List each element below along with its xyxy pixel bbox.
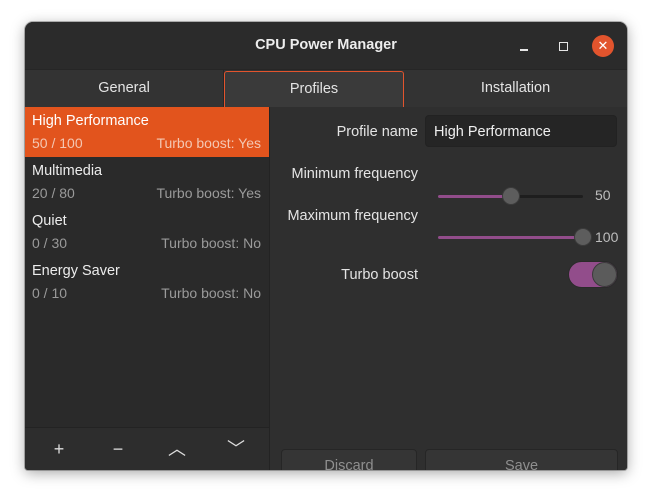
turbo-boost-switch-knob	[592, 262, 617, 287]
min-frequency-fill	[438, 195, 511, 198]
profile-name-input[interactable]: High Performance	[425, 115, 617, 147]
profile-turbo: Turbo boost: Yes	[156, 135, 261, 151]
profile-item-high-performance[interactable]: High Performance 50 / 100 Turbo boost: Y…	[25, 107, 269, 157]
turbo-boost-switch[interactable]	[568, 261, 618, 288]
max-frequency-fill	[438, 236, 583, 239]
minimize-icon[interactable]	[513, 35, 535, 57]
profile-range: 0 / 30	[32, 235, 68, 251]
tab-installation[interactable]: Installation	[404, 70, 627, 107]
profile-range: 20 / 80	[32, 185, 75, 201]
tab-profiles[interactable]: Profiles	[224, 71, 404, 107]
discard-button[interactable]: Discard	[281, 449, 417, 470]
profile-range: 0 / 10	[32, 285, 68, 301]
profile-item-multimedia[interactable]: Multimedia 20 / 80 Turbo boost: Yes	[25, 157, 269, 207]
profile-name: Energy Saver	[32, 263, 120, 279]
save-button[interactable]: Save	[425, 449, 618, 470]
add-profile-button[interactable]: +	[30, 428, 88, 470]
profile-name-label: Profile name	[336, 124, 418, 140]
window-title: CPU Power Manager	[255, 37, 397, 53]
profile-name: Multimedia	[32, 163, 103, 179]
profile-name: High Performance	[32, 113, 149, 129]
min-frequency-value: 50	[595, 187, 611, 203]
profile-item-energy-saver[interactable]: Energy Saver 0 / 10 Turbo boost: No	[25, 257, 269, 307]
profile-editor: Profile name High Performance Minimum fr…	[270, 107, 627, 470]
title-bar[interactable]: CPU Power Manager ✕	[25, 22, 627, 69]
max-frequency-label: Maximum frequency	[287, 208, 418, 224]
remove-profile-button[interactable]: −	[89, 428, 147, 470]
move-up-button[interactable]: ︿	[148, 428, 206, 470]
min-frequency-handle[interactable]	[501, 187, 520, 205]
profile-range: 50 / 100	[32, 135, 83, 151]
maximize-icon[interactable]	[552, 35, 574, 57]
tab-general[interactable]: General	[25, 70, 224, 107]
min-frequency-label: Minimum frequency	[291, 166, 418, 182]
app-window: CPU Power Manager ✕ General Profiles Ins…	[25, 22, 627, 470]
max-frequency-handle[interactable]	[574, 228, 592, 246]
tab-bar: General Profiles Installation	[25, 69, 627, 108]
profile-turbo: Turbo boost: No	[161, 235, 261, 251]
profile-turbo: Turbo boost: No	[161, 285, 261, 301]
move-down-button[interactable]: ﹀	[207, 428, 265, 470]
close-icon[interactable]: ✕	[592, 35, 614, 57]
max-frequency-slider[interactable]	[438, 228, 592, 246]
profile-list-toolbar: + − ︿ ﹀	[25, 427, 270, 470]
max-frequency-value: 100	[595, 229, 619, 245]
turbo-boost-label: Turbo boost	[341, 267, 418, 283]
profile-list: High Performance 50 / 100 Turbo boost: Y…	[25, 107, 270, 427]
profile-name: Quiet	[32, 213, 67, 229]
profile-turbo: Turbo boost: Yes	[156, 185, 261, 201]
min-frequency-slider[interactable]	[438, 187, 583, 205]
profile-item-quiet[interactable]: Quiet 0 / 30 Turbo boost: No	[25, 207, 269, 257]
